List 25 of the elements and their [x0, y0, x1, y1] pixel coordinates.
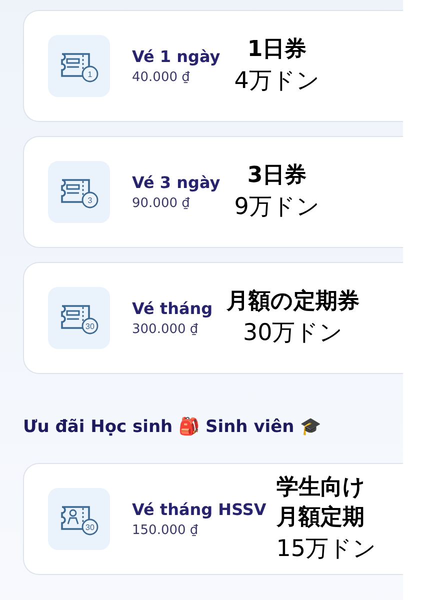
ticket-card[interactable]: 1 Vé 1 ngày 40.000 ₫ 1日券 4万ドン: [23, 10, 403, 122]
annotation-price: 4万ドン: [234, 67, 320, 96]
ticket-card[interactable]: 30 Vé tháng 300.000 ₫ 月額の定期券 30万ドン: [23, 262, 403, 374]
section-heading: Ưu đãi Học sinh 🎒 Sinh viên 🎓: [23, 416, 322, 437]
annotation-title: 月額の定期券: [226, 288, 360, 316]
ticket-icon: 1: [48, 35, 110, 97]
annotation-price: 15万ドン: [276, 535, 377, 564]
annotation-title: 学生向け: [276, 474, 366, 502]
ticket-icon: 3: [48, 161, 110, 223]
ticket-price: 40.000 ₫: [132, 70, 191, 85]
annotation-price: 9万ドン: [234, 193, 320, 222]
ticket-name: Vé tháng HSSV: [132, 500, 266, 519]
annotation-title: 1日券: [247, 36, 307, 64]
ticket-name: Vé 1 ngày: [132, 47, 220, 66]
ticket-price: 300.000 ₫: [132, 322, 200, 337]
ticket-card[interactable]: 3 Vé 3 ngày 90.000 ₫ 3日券 9万ドン: [23, 136, 403, 248]
ticket-icon: 30: [48, 488, 110, 550]
annotation-title: 月額定期: [276, 504, 364, 532]
annotation-title: 3日券: [247, 162, 307, 190]
ticket-icon: 30: [48, 287, 110, 349]
ticket-name: Vé 3 ngày: [132, 173, 220, 192]
annotation-price: 30万ドン: [242, 319, 344, 348]
ticket-price: 150.000 ₫: [132, 523, 200, 538]
ticket-name: Vé tháng: [132, 299, 213, 318]
ticket-price: 90.000 ₫: [132, 196, 191, 211]
